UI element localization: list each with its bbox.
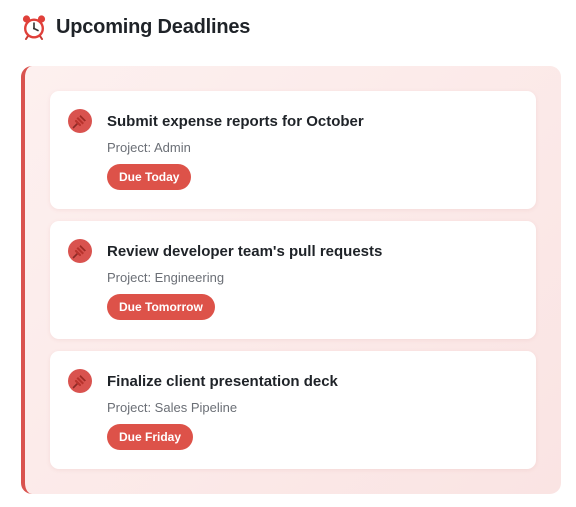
- deadlines-panel: Submit expense reports for October Proje…: [21, 66, 561, 494]
- task-project: Project: Admin: [107, 140, 191, 155]
- due-badge[interactable]: Due Tomorrow: [107, 294, 215, 320]
- deadline-card[interactable]: Review developer team's pull requests Pr…: [50, 221, 536, 339]
- task-title: Review developer team's pull requests: [107, 243, 383, 260]
- pushpin-icon: [68, 109, 92, 133]
- page: Upcoming Deadlines Submit expense report…: [0, 0, 576, 507]
- widget-header: Upcoming Deadlines: [21, 12, 250, 42]
- due-badge[interactable]: Due Today: [107, 164, 192, 190]
- pushpin-icon: [68, 239, 92, 263]
- due-badge[interactable]: Due Friday: [107, 424, 194, 450]
- page-title: Upcoming Deadlines: [56, 15, 251, 38]
- task-title: Finalize client presentation deck: [107, 373, 338, 390]
- pushpin-icon: [68, 369, 92, 393]
- deadline-card[interactable]: Submit expense reports for October Proje…: [50, 91, 536, 209]
- task-project: Project: Sales Pipeline: [107, 400, 238, 415]
- task-project: Project: Engineering: [107, 270, 225, 285]
- deadline-card[interactable]: Finalize client presentation deck Projec…: [50, 351, 536, 469]
- task-title: Submit expense reports for October: [107, 113, 364, 130]
- alarm-clock-icon: [21, 14, 47, 40]
